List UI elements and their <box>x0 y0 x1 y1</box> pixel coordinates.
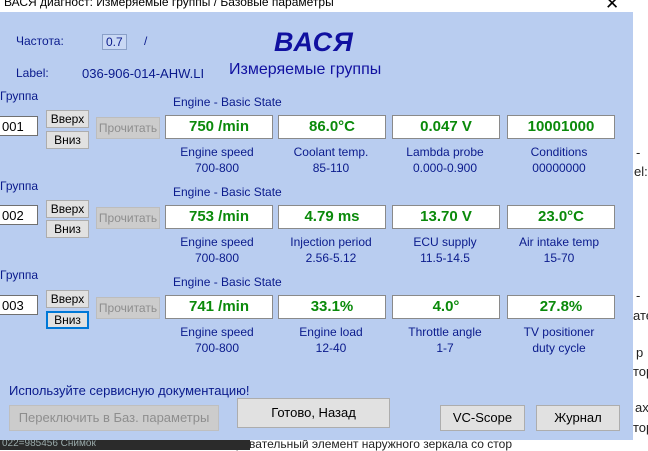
bg-text-line: р <box>636 345 644 360</box>
group-state-label: Engine - Basic State <box>173 275 282 289</box>
group-down-button[interactable]: Вниз <box>46 131 89 149</box>
measurement-range: duty cycle <box>532 341 586 355</box>
measurement-range: 15-70 <box>543 251 575 265</box>
group-label: Группа <box>0 268 39 282</box>
measurement-name: Throttle angle <box>408 325 482 339</box>
measurement-value: 750 /min <box>165 115 273 139</box>
close-icon[interactable]: ✕ <box>605 0 619 14</box>
read-button[interactable]: Прочитать <box>96 207 160 229</box>
measurement-value: 0.047 V <box>392 115 500 139</box>
measurement-name: Conditions <box>530 145 588 159</box>
measurement-name: Engine speed <box>180 325 254 339</box>
measurement-range: 700-800 <box>194 341 240 355</box>
measurement-range: 1-7 <box>436 341 454 355</box>
bg-text-line: ате <box>633 308 648 323</box>
measurement-value: 753 /min <box>165 205 273 229</box>
measuring-groups-window: ВАСЯ диагност: Измеряемые группы / Базов… <box>0 0 633 440</box>
group-state-label: Engine - Basic State <box>173 95 282 109</box>
measurement-name: Coolant temp. <box>293 145 369 159</box>
measurement-value: 33.1% <box>278 295 386 319</box>
group-label: Группа <box>0 179 39 193</box>
group-state-label: Engine - Basic State <box>173 185 282 199</box>
label-caption: Label: <box>16 66 49 80</box>
measurement-name: Engine speed <box>180 235 254 249</box>
measurement-value: 4.0° <box>392 295 500 319</box>
measurement-range: 12-40 <box>315 341 347 355</box>
read-button[interactable]: Прочитать <box>96 117 160 139</box>
measurement-value: 86.0°C <box>278 115 386 139</box>
measurement-value: 23.0°C <box>507 205 615 229</box>
label-filename: 036-906-014-AHW.LI <box>82 66 205 81</box>
window-title: ВАСЯ диагност: Измеряемые группы / Базов… <box>4 0 334 9</box>
group-up-button[interactable]: Вверх <box>46 110 89 128</box>
service-doc-note: Используйте сервисную документацию! <box>9 383 250 398</box>
bg-text-line: - <box>636 288 641 303</box>
group-down-button[interactable]: Вниз <box>46 220 89 238</box>
bg-text-line: - <box>636 145 641 160</box>
app-logo: ВАСЯ <box>274 27 354 57</box>
measurement-value: 13.70 V <box>392 205 500 229</box>
frequency-label: Частота: <box>16 34 64 48</box>
measurement-name: ECU supply <box>413 235 477 249</box>
measurement-range: 11.5-14.5 <box>420 251 470 265</box>
journal-button[interactable]: Журнал <box>536 405 620 431</box>
group-up-button[interactable]: Вверх <box>46 200 89 218</box>
group-number-input[interactable]: 003 <box>0 295 38 315</box>
measurement-value: 27.8% <box>507 295 615 319</box>
measurement-range: 00000000 <box>532 161 586 175</box>
bg-text-line: тор <box>633 364 648 379</box>
group-number-input[interactable]: 002 <box>0 205 38 225</box>
measurement-name: Lambda probe <box>406 145 484 159</box>
bg-text-line: тор <box>633 420 648 435</box>
title-bar: ВАСЯ диагност: Измеряемые группы / Базов… <box>0 0 633 12</box>
measurement-name: Air intake temp <box>518 235 600 249</box>
group-up-button[interactable]: Вверх <box>46 290 89 308</box>
frequency-separator: / <box>144 34 148 48</box>
bg-text-line: el: <box>634 164 648 179</box>
page-subtitle: Измеряемые группы <box>229 61 382 78</box>
group-label: Группа <box>0 89 39 103</box>
measurement-range: 2.56-5.12 <box>305 251 357 265</box>
measurement-value: 10001000 <box>507 115 615 139</box>
measurement-name: TV positioner <box>523 325 595 339</box>
measurement-range: 85-110 <box>312 161 350 175</box>
group-down-button[interactable]: Вниз <box>46 311 89 329</box>
bg-text-line: ах <box>635 400 648 415</box>
frequency-value: 0.7 <box>102 34 127 50</box>
measurement-range: 700-800 <box>194 251 240 265</box>
vc-scope-button[interactable]: VC-Scope <box>440 405 525 431</box>
measurement-range: 700-800 <box>194 161 240 175</box>
measurement-name: Injection period <box>290 235 372 249</box>
measurement-range: 0.000-0.900 <box>412 161 478 175</box>
measurement-name: Engine speed <box>180 145 254 159</box>
measurement-name: Engine load <box>299 325 363 339</box>
done-back-button[interactable]: Готово, Назад <box>237 398 390 428</box>
read-button[interactable]: Прочитать <box>96 297 160 319</box>
measurement-value: 741 /min <box>165 295 273 319</box>
switch-basic-params-button[interactable]: Переключить в Баз. параметры <box>9 405 219 431</box>
group-number-input[interactable]: 001 <box>0 116 38 136</box>
measurement-value: 4.79 ms <box>278 205 386 229</box>
